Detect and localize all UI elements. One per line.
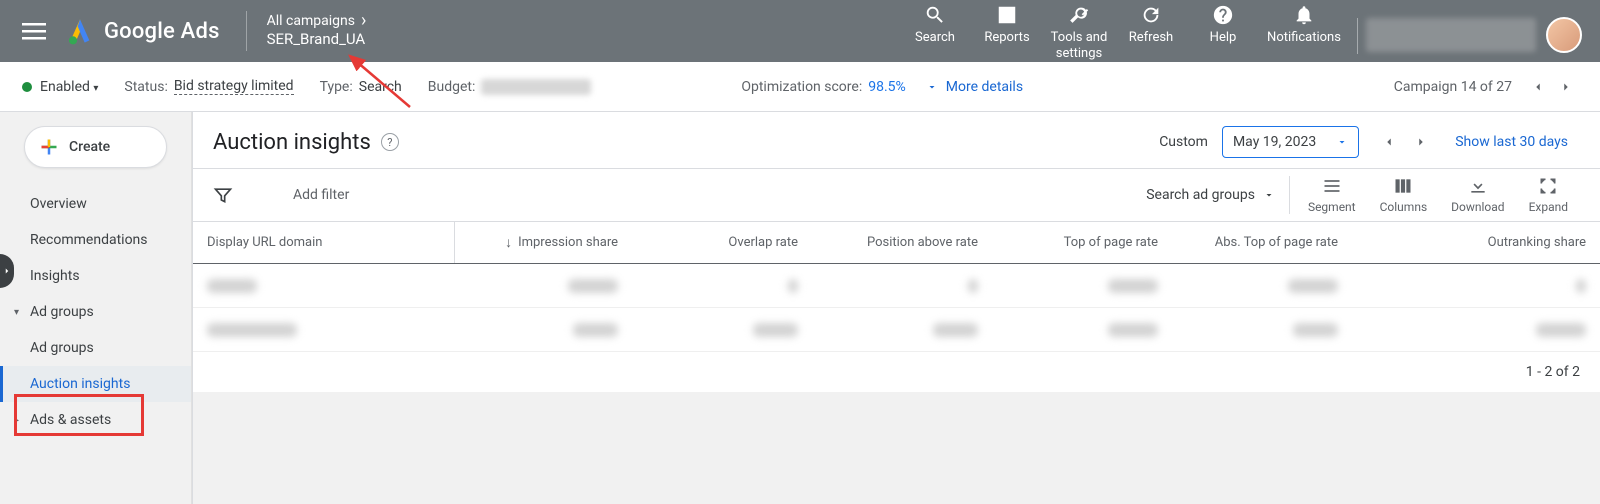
col-impression-share[interactable]: ↓Impression share xyxy=(455,222,632,263)
page-header: Auction insights ? Custom May 19, 2023 S… xyxy=(193,112,1600,168)
status-value[interactable]: Bid strategy limited xyxy=(174,78,294,95)
create-button[interactable]: Create xyxy=(24,126,167,168)
refresh-icon xyxy=(1140,4,1162,26)
help-tooltip-icon[interactable]: ? xyxy=(381,133,399,151)
col-abs-top-of-page-rate[interactable]: Abs. Top of page rate xyxy=(1172,222,1352,263)
refresh-button[interactable]: Refresh xyxy=(1115,0,1187,46)
bell-icon xyxy=(1293,4,1315,26)
next-campaign-button[interactable] xyxy=(1556,77,1576,97)
chevron-down-icon xyxy=(1336,136,1348,148)
table-header: Display URL domain ↓Impression share Ove… xyxy=(193,222,1600,264)
main-content: Auction insights ? Custom May 19, 2023 S… xyxy=(192,112,1600,504)
expand-icon xyxy=(1537,176,1559,196)
page-title: Auction insights xyxy=(213,130,371,155)
top-bar: Google Ads All campaigns › SER_Brand_UA … xyxy=(0,0,1600,62)
optimization-score-value[interactable]: 98.5% xyxy=(868,79,906,95)
top-actions: Search Reports Tools and settings Refres… xyxy=(899,0,1349,61)
sidebar-item-insights[interactable]: Insights xyxy=(0,258,191,294)
col-overlap-rate[interactable]: Overlap rate xyxy=(632,222,812,263)
reports-icon xyxy=(996,4,1018,26)
download-button[interactable]: Download xyxy=(1439,176,1516,214)
left-nav: Create Overview Recommendations Insights… xyxy=(0,112,192,504)
col-display-url-domain[interactable]: Display URL domain xyxy=(193,222,455,263)
segment-button[interactable]: Segment xyxy=(1296,176,1368,214)
more-details-button[interactable]: More details xyxy=(926,79,1023,95)
breadcrumb-campaign[interactable]: SER_Brand_UA xyxy=(267,30,367,50)
search-icon xyxy=(924,4,946,26)
sidebar-item-ads-assets[interactable]: Ads & assets xyxy=(0,402,191,438)
sidebar-item-overview[interactable]: Overview xyxy=(0,186,191,222)
status-dropdown[interactable]: Enabled ▾ xyxy=(40,79,98,95)
sidebar-item-auction-insights[interactable]: Auction insights xyxy=(0,366,191,402)
create-label: Create xyxy=(69,139,110,155)
chevron-down-icon xyxy=(926,81,938,93)
breadcrumb[interactable]: All campaigns › SER_Brand_UA xyxy=(267,12,367,50)
table-row xyxy=(193,264,1600,308)
daterange-type: Custom xyxy=(1159,134,1208,150)
help-icon xyxy=(1212,4,1234,26)
col-position-above-rate[interactable]: Position above rate xyxy=(812,222,992,263)
pagination-text: 1 - 2 of 2 xyxy=(1526,364,1580,380)
campaign-pager: Campaign 14 of 27 xyxy=(1394,77,1580,97)
col-top-of-page-rate[interactable]: Top of page rate xyxy=(992,222,1172,263)
campaign-pager-text: Campaign 14 of 27 xyxy=(1394,79,1512,95)
type-label: Type: xyxy=(320,79,353,95)
filter-toolbar: Add filter Search ad groups Segment Colu… xyxy=(193,168,1600,222)
expand-button[interactable]: Expand xyxy=(1517,176,1580,214)
auction-insights-table: Display URL domain ↓Impression share Ove… xyxy=(193,222,1600,392)
table-footer: 1 - 2 of 2 xyxy=(193,352,1600,392)
columns-icon xyxy=(1392,176,1414,196)
help-button[interactable]: Help xyxy=(1187,0,1259,46)
segment-icon xyxy=(1321,176,1343,196)
chevron-right-icon xyxy=(2,266,12,276)
google-ads-logo-icon xyxy=(66,17,94,45)
filter-icon[interactable] xyxy=(213,185,233,205)
sidebar-item-adgroups-parent[interactable]: Ad groups xyxy=(0,294,191,330)
wrench-icon xyxy=(1068,4,1090,26)
status-enabled-dot xyxy=(22,82,32,92)
plus-icon xyxy=(39,137,59,157)
divider xyxy=(1357,18,1358,54)
notifications-button[interactable]: Notifications xyxy=(1259,0,1349,46)
download-icon xyxy=(1467,176,1489,196)
optimization-score-label: Optimization score: xyxy=(741,79,862,95)
campaign-status-bar: Enabled ▾ Status: Bid strategy limited T… xyxy=(0,62,1600,112)
chevron-down-icon xyxy=(1263,189,1275,201)
sidebar-item-recommendations[interactable]: Recommendations xyxy=(0,222,191,258)
search-adgroups-dropdown[interactable]: Search ad groups xyxy=(1146,187,1275,203)
google-ads-logo[interactable]: Google Ads xyxy=(66,17,220,45)
search-button[interactable]: Search xyxy=(899,0,971,46)
sort-desc-icon: ↓ xyxy=(505,234,512,251)
prev-campaign-button[interactable] xyxy=(1528,77,1548,97)
date-prev-button[interactable] xyxy=(1379,132,1399,152)
product-name: Google Ads xyxy=(104,19,220,44)
budget-value-redacted xyxy=(481,79,591,95)
type-value: Search xyxy=(359,79,402,95)
table-row xyxy=(193,308,1600,352)
status-label: Status: xyxy=(124,79,167,95)
show-last-30-days-link[interactable]: Show last 30 days xyxy=(1455,134,1568,150)
breadcrumb-top[interactable]: All campaigns xyxy=(267,12,355,30)
reports-button[interactable]: Reports xyxy=(971,0,1043,46)
divider xyxy=(246,11,247,51)
date-next-button[interactable] xyxy=(1411,132,1431,152)
tools-settings-button[interactable]: Tools and settings xyxy=(1043,0,1115,61)
avatar[interactable] xyxy=(1546,17,1582,53)
menu-icon[interactable] xyxy=(22,19,46,43)
columns-button[interactable]: Columns xyxy=(1368,176,1440,214)
account-info-redacted xyxy=(1366,18,1536,52)
sidebar-item-adgroups[interactable]: Ad groups xyxy=(0,330,191,366)
col-outranking-share[interactable]: Outranking share xyxy=(1352,222,1600,263)
add-filter-button[interactable]: Add filter xyxy=(293,187,349,203)
date-value: May 19, 2023 xyxy=(1233,134,1316,150)
date-picker[interactable]: May 19, 2023 xyxy=(1222,126,1359,158)
budget-label: Budget: xyxy=(428,79,476,95)
table-tools: Segment Columns Download Expand xyxy=(1289,176,1580,214)
chevron-right-icon: › xyxy=(361,12,366,30)
